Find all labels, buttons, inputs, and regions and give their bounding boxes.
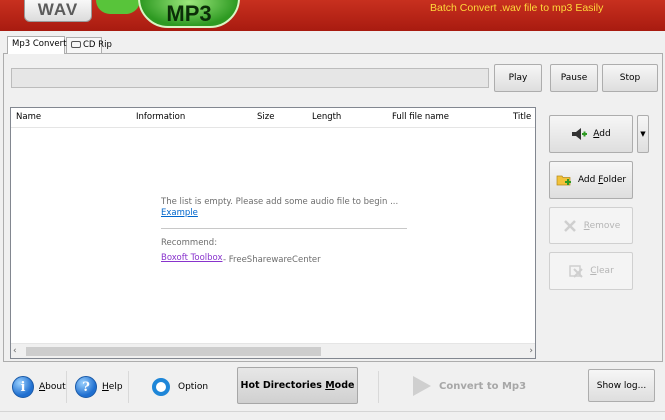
- scrollbar-thumb[interactable]: [26, 347, 321, 356]
- tab-cd-rip[interactable]: CD Rip: [66, 37, 112, 53]
- wav-logo-badge: WAV: [24, 0, 92, 22]
- hot-directories-label: Hot Directories Mode: [240, 380, 355, 391]
- recommend-label: Recommend:: [161, 238, 218, 248]
- playback-progress-bar[interactable]: [11, 68, 489, 88]
- convert-to-mp3-button[interactable]: Convert to Mp3: [413, 372, 533, 400]
- help-icon: ?: [75, 376, 97, 398]
- remove-label: Remove: [583, 220, 621, 231]
- stop-button[interactable]: Stop: [602, 64, 658, 92]
- play-button[interactable]: Play: [494, 64, 542, 92]
- add-folder-label: Add Folder: [577, 175, 627, 185]
- info-icon: i: [12, 376, 34, 398]
- scroll-left-icon[interactable]: ‹: [13, 346, 23, 356]
- toolbar-separator: [66, 371, 67, 403]
- remove-button[interactable]: Remove: [549, 207, 633, 244]
- mp3-logo-badge: MP3: [138, 0, 240, 28]
- file-list[interactable]: Name Information Size Length Full file n…: [10, 107, 536, 359]
- add-button[interactable]: Add: [549, 115, 633, 153]
- remove-icon: [563, 219, 576, 232]
- column-full-file-name[interactable]: Full file name: [392, 112, 449, 122]
- scroll-right-icon[interactable]: ›: [523, 346, 533, 356]
- tab-mp3-convert[interactable]: Mp3 Convert: [7, 36, 67, 54]
- pause-label: Pause: [560, 73, 588, 83]
- tab-label: CD Rip: [83, 40, 112, 50]
- toolbar-separator: [378, 371, 379, 403]
- empty-list-message: The list is empty. Please add some audio…: [161, 197, 399, 207]
- column-size[interactable]: Size: [257, 112, 274, 122]
- header-banner: WAV MP3 Batch Convert .wav file to mp3 E…: [0, 0, 665, 31]
- add-folder-button[interactable]: Add Folder: [549, 161, 633, 199]
- column-information[interactable]: Information: [136, 112, 185, 122]
- clear-label: Clear: [590, 266, 614, 276]
- column-name[interactable]: Name: [16, 112, 41, 122]
- speaker-add-icon: [572, 128, 588, 140]
- stop-label: Stop: [619, 73, 641, 83]
- pause-button[interactable]: Pause: [550, 64, 598, 92]
- option-label: Option: [178, 382, 209, 392]
- freesharewarecenter-label: - FreeSharewareCenter: [223, 255, 321, 265]
- folder-add-icon: [556, 175, 571, 186]
- chevron-down-icon: ▼: [640, 130, 646, 138]
- column-header: Name Information Size Length Full file n…: [11, 108, 535, 128]
- column-title[interactable]: Title: [513, 112, 531, 122]
- example-link[interactable]: Example: [161, 208, 198, 218]
- about-button[interactable]: i About: [12, 375, 66, 399]
- clear-icon: [569, 265, 583, 278]
- help-label: Help: [102, 382, 123, 392]
- convert-arrow-icon: [413, 376, 431, 396]
- boxoft-toolbox-link[interactable]: Boxoft Toolbox: [161, 253, 223, 263]
- divider: [161, 228, 407, 229]
- show-log-button[interactable]: Show log...: [588, 369, 655, 402]
- cd-icon: [71, 41, 81, 48]
- show-log-label: Show log...: [596, 380, 647, 391]
- play-label: Play: [508, 73, 528, 83]
- clear-button[interactable]: Clear: [549, 252, 633, 290]
- banner-tagline: Batch Convert .wav file to mp3 Easily: [430, 2, 604, 14]
- help-button[interactable]: ? Help: [75, 375, 123, 399]
- column-length[interactable]: Length: [312, 112, 341, 122]
- convert-arrow-icon: [96, 0, 140, 14]
- convert-label: Convert to Mp3: [439, 380, 527, 392]
- add-dropdown-button[interactable]: ▼: [637, 115, 649, 153]
- option-button[interactable]: Option: [152, 375, 208, 399]
- gear-icon: [152, 378, 170, 396]
- status-bar: [0, 411, 665, 420]
- tab-label: Mp3 Convert: [12, 39, 67, 49]
- hot-directories-mode-button[interactable]: Hot Directories Mode: [237, 367, 358, 404]
- add-label: Add: [593, 129, 611, 139]
- horizontal-scrollbar[interactable]: ‹ ›: [11, 343, 535, 358]
- about-label: About: [39, 382, 66, 392]
- toolbar-separator: [128, 371, 129, 403]
